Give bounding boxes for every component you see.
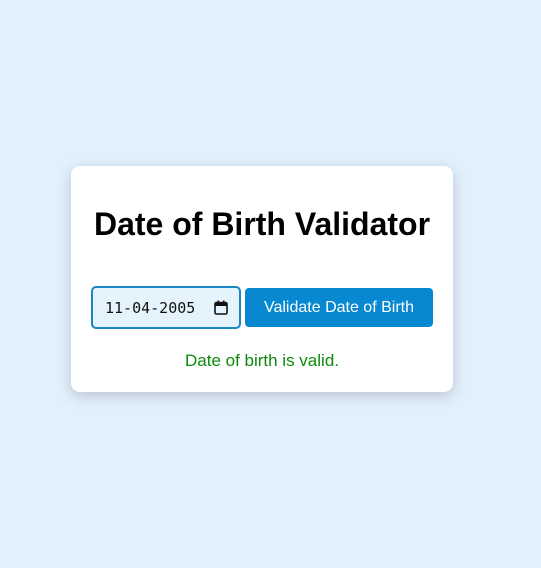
- input-row: 11-04-2005 Validate Date of Birth: [91, 286, 433, 329]
- validator-card: Date of Birth Validator 11-04-2005 Valid…: [71, 166, 453, 392]
- validate-button[interactable]: Validate Date of Birth: [245, 288, 433, 327]
- validation-message: Date of birth is valid.: [184, 351, 339, 370]
- calendar-icon[interactable]: [214, 300, 228, 315]
- page-title: Date of Birth Validator: [93, 206, 431, 242]
- date-value: 11-04-2005: [105, 299, 196, 317]
- date-of-birth-input[interactable]: 11-04-2005: [91, 286, 241, 329]
